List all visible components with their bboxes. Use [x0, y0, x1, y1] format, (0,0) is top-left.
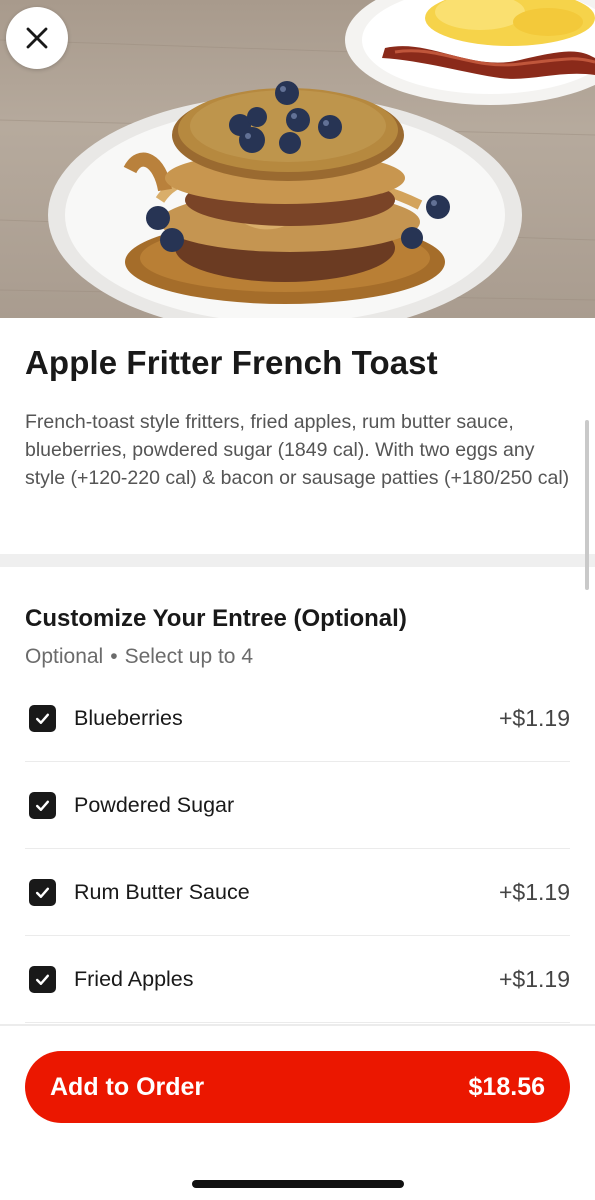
option-price: +$1.19	[499, 878, 570, 905]
hero-food-image	[0, 0, 595, 318]
add-to-order-button[interactable]: Add to Order $18.56	[25, 1051, 570, 1123]
option-rum-butter-sauce[interactable]: Rum Butter Sauce +$1.19	[25, 849, 570, 936]
footer-divider	[0, 1024, 595, 1026]
home-indicator[interactable]	[192, 1180, 404, 1188]
checkmark-icon	[35, 713, 50, 724]
option-label: Blueberries	[74, 705, 183, 730]
option-label: Rum Butter Sauce	[74, 879, 250, 904]
close-button[interactable]	[6, 7, 68, 69]
customize-section-subtitle: Optional • Select up to 4	[25, 645, 253, 669]
food-photo	[0, 0, 595, 318]
option-blueberries[interactable]: Blueberries +$1.19	[25, 675, 570, 762]
close-icon	[26, 27, 48, 49]
checkmark-icon	[35, 974, 50, 985]
checkbox-checked[interactable]	[29, 704, 56, 732]
option-price: +$1.19	[499, 704, 570, 731]
optional-label: Optional	[25, 645, 104, 668]
add-to-order-label: Add to Order	[50, 1072, 205, 1101]
checkbox-checked[interactable]	[29, 878, 56, 906]
option-fried-apples[interactable]: Fried Apples +$1.19	[25, 936, 570, 1023]
checkmark-icon	[35, 800, 50, 811]
customize-section-title: Customize Your Entree (Optional)	[25, 605, 407, 632]
checkbox-checked[interactable]	[29, 791, 56, 819]
checkmark-icon	[35, 887, 50, 898]
option-price: +$1.19	[499, 965, 570, 992]
option-label: Fried Apples	[74, 966, 194, 991]
item-title: Apple Fritter French Toast	[25, 344, 438, 381]
option-powdered-sugar[interactable]: Powdered Sugar	[25, 762, 570, 849]
select-limit-label: Select up to 4	[124, 645, 253, 668]
order-total: $18.56	[468, 1072, 545, 1101]
section-divider	[0, 554, 595, 567]
checkbox-checked[interactable]	[29, 965, 56, 993]
separator-dot: •	[110, 645, 118, 668]
scrollbar[interactable]	[585, 420, 589, 590]
option-label: Powdered Sugar	[74, 792, 235, 817]
item-description: French-toast style fritters, fried apple…	[25, 411, 570, 489]
